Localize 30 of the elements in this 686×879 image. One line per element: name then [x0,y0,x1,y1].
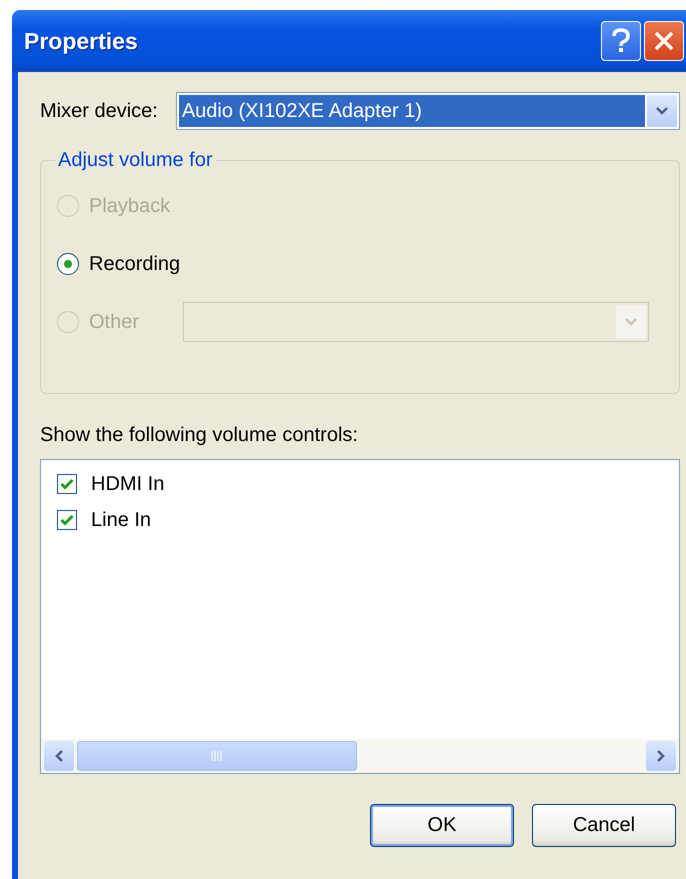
checkbox[interactable] [57,474,77,494]
dialog-button[interactable]: OK [370,804,514,847]
close-icon [653,30,675,52]
scroll-left-button[interactable] [44,741,74,771]
mixer-device-label: Mixer device: [40,100,158,122]
horizontal-scrollbar[interactable] [41,739,679,773]
help-icon [610,28,632,54]
list-item-label[interactable]: HDMI In [91,472,164,496]
help-button[interactable] [601,21,641,61]
checkbox[interactable] [57,510,77,530]
group-legend: Adjust volume for [55,149,216,172]
volume-controls-label: Show the following volume controls: [40,424,359,447]
dropdown-button[interactable] [647,95,677,127]
dropdown-value: Audio (XI102XE Adapter 1) [178,95,645,127]
window-title: Properties [24,28,138,54]
close-button[interactable] [644,21,684,61]
radio-button[interactable] [57,253,79,275]
mixer-device-dropdown[interactable]: Audio (XI102XE Adapter 1) [176,92,680,130]
chevron-left-icon [54,749,64,763]
scroll-right-button[interactable] [646,741,676,771]
chevron-down-icon [655,106,669,116]
chevron-down-icon [624,317,638,327]
grip-icon [210,751,224,761]
scroll-thumb[interactable] [77,741,357,771]
chevron-right-icon [656,749,666,763]
list-item-label[interactable]: Line In [91,508,152,532]
radio-label[interactable]: Recording [89,252,180,276]
checkmark-icon [60,478,74,490]
checkmark-icon [60,514,74,526]
dialog-button[interactable]: Cancel [532,804,676,847]
